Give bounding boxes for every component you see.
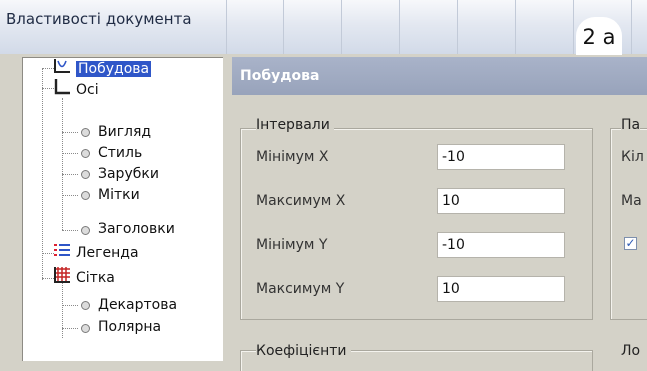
min-y-label: Мінімум Y bbox=[256, 237, 328, 253]
tree-item-ticks[interactable]: Зарубки bbox=[98, 164, 159, 184]
tree-item-style[interactable]: Стиль bbox=[98, 143, 142, 163]
parameters-group-title: Па bbox=[621, 117, 641, 133]
tree-item-cartesian[interactable]: Декартова bbox=[98, 295, 177, 315]
tree-item-label: Заголовки bbox=[98, 221, 175, 237]
log-group-title: Ло bbox=[621, 343, 641, 359]
tree-item-label: Декартова bbox=[98, 297, 178, 313]
tree-item-polar[interactable]: Полярна bbox=[98, 317, 161, 337]
bullet-icon bbox=[81, 301, 90, 310]
tree-item-label: Сітка bbox=[76, 270, 115, 286]
tree-item-legend[interactable]: Легенда bbox=[53, 243, 139, 263]
bullet-icon bbox=[81, 170, 90, 179]
tree-item-label: Легенда bbox=[76, 245, 139, 261]
max-x-label: Максимум X bbox=[256, 193, 346, 209]
count-label: Кіл bbox=[621, 149, 644, 165]
bullet-icon bbox=[81, 149, 90, 158]
tree-item-label: Мітки bbox=[98, 187, 140, 203]
window-title: Властивості документа bbox=[6, 10, 192, 28]
plot-axes-icon bbox=[53, 58, 71, 80]
tree-item-label: Осі bbox=[76, 82, 99, 98]
max-x-field[interactable]: 10 bbox=[437, 188, 565, 214]
properties-window: Властивості документа 2 а Побудова Осі В… bbox=[0, 0, 647, 371]
tree-item-label: Побудова bbox=[76, 61, 152, 77]
bullet-icon bbox=[81, 324, 90, 333]
bullet-icon bbox=[81, 128, 90, 137]
min-x-field[interactable]: -10 bbox=[437, 144, 565, 170]
legend-icon bbox=[53, 243, 71, 263]
settings-tree: Побудова Осі Вигляд Стиль Зарубки Мітки … bbox=[22, 57, 223, 361]
min-x-label: Мінімум X bbox=[256, 149, 329, 165]
min-y-field[interactable]: -10 bbox=[437, 232, 565, 258]
grid-icon bbox=[53, 266, 71, 290]
tree-item-axes[interactable]: Осі bbox=[53, 78, 99, 98]
option-checkbox[interactable]: ✓ bbox=[624, 237, 637, 250]
tree-item-titles[interactable]: Заголовки bbox=[98, 219, 175, 239]
tree-item-label: Стиль bbox=[98, 145, 143, 161]
coefficients-group-title: Коефіцієнти bbox=[256, 343, 351, 359]
tree-item-label: Зарубки bbox=[98, 166, 159, 182]
tree-item-label: Полярна bbox=[98, 319, 162, 335]
axes-icon bbox=[53, 78, 71, 102]
scale-label: Ма bbox=[621, 193, 642, 209]
tree-item-labels[interactable]: Мітки bbox=[98, 185, 140, 205]
figure-badge: 2 а bbox=[576, 17, 622, 55]
settings-content: Побудова Інтервали Мінімум X -10 Максиму… bbox=[232, 57, 647, 371]
intervals-group-title: Інтервали bbox=[256, 117, 334, 133]
title-bar: Властивості документа 2 а bbox=[0, 0, 647, 55]
tree-item-grid[interactable]: Сітка bbox=[53, 266, 115, 286]
bullet-icon bbox=[81, 226, 90, 235]
tree-item-plot[interactable]: Побудова bbox=[53, 58, 152, 80]
tree-item-view[interactable]: Вигляд bbox=[98, 122, 151, 142]
max-y-field[interactable]: 10 bbox=[437, 276, 565, 302]
max-y-label: Максимум Y bbox=[256, 281, 345, 297]
bullet-icon bbox=[81, 191, 90, 200]
tree-item-label: Вигляд bbox=[98, 124, 152, 140]
section-header: Побудова bbox=[232, 57, 647, 95]
